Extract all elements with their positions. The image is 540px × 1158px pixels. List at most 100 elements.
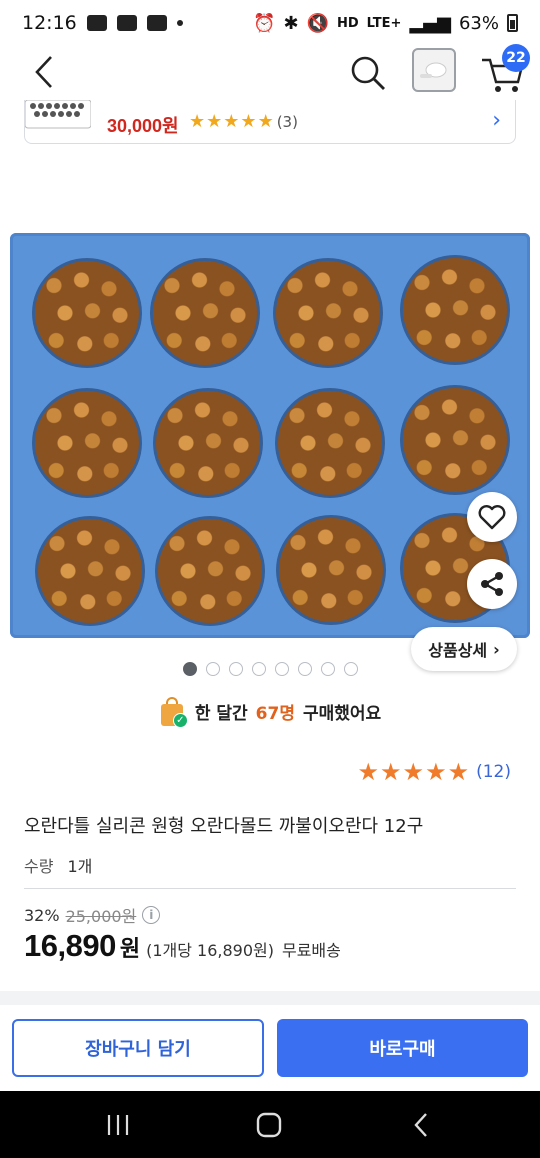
- pagination-dot[interactable]: [321, 662, 335, 676]
- purchase-count: 67명: [255, 703, 295, 724]
- mold-cavity: [32, 388, 142, 498]
- back-arrow-icon: [414, 1112, 427, 1137]
- shipping-info: 무료배송: [281, 941, 341, 960]
- star-icon: ★: [357, 758, 380, 786]
- related-rating: ★ ★ ★ ★ ★ (3): [189, 111, 298, 132]
- status-left: 12:16: [22, 12, 183, 34]
- home-button[interactable]: [229, 1091, 309, 1158]
- chevron-right-icon: ›: [492, 108, 501, 133]
- recent-product-thumbnail[interactable]: [412, 48, 456, 92]
- original-price: 25,000원: [65, 907, 137, 926]
- youtube-notification-icon: [116, 15, 137, 31]
- quantity-label: 수량: [24, 857, 54, 876]
- info-icon[interactable]: i: [142, 906, 161, 924]
- app-notification-icon: [146, 15, 167, 31]
- share-icon: [481, 572, 503, 596]
- star-icon: ★: [447, 758, 470, 786]
- chevron-left-icon: [35, 56, 52, 88]
- cart-count-badge: 22: [502, 44, 530, 72]
- mold-cavity: [400, 385, 510, 495]
- home-icon: [256, 1112, 282, 1137]
- heart-icon: [478, 505, 506, 530]
- section-separator: [0, 991, 540, 1005]
- recent-apps-icon: [107, 1114, 129, 1135]
- back-nav-button[interactable]: [381, 1091, 461, 1158]
- share-button[interactable]: [467, 559, 517, 609]
- product-thumbnail-icon: [420, 62, 447, 78]
- status-right: ⏰ ✱ 🔇 HD LTE+ ▂▄▆ 63%: [253, 13, 518, 34]
- signal-icon: ▂▄▆: [409, 12, 451, 34]
- more-notifications-icon: [176, 20, 183, 26]
- chevron-right-icon: ›: [493, 639, 500, 659]
- review-count[interactable]: (12): [476, 762, 511, 782]
- purchase-prefix: 한 달간: [194, 703, 248, 724]
- purchase-count-banner: ✓ 한 달간 67명 구매했어요: [0, 696, 540, 728]
- related-product-thumbnail: [25, 100, 91, 129]
- bottom-action-bar: 장바구니 담기 바로구매: [0, 1005, 540, 1091]
- pagination-dot[interactable]: [344, 662, 358, 676]
- recent-apps-button[interactable]: [78, 1091, 158, 1158]
- discount-rate: 32%: [24, 905, 60, 925]
- star-icon: ★: [425, 758, 447, 786]
- star-icon: ★: [223, 111, 240, 132]
- app-header: [0, 46, 540, 100]
- star-icon: ★: [380, 758, 402, 786]
- add-to-cart-button[interactable]: 장바구니 담기: [12, 1019, 264, 1077]
- star-icon: ★: [189, 111, 206, 132]
- wishlist-button[interactable]: [467, 492, 517, 542]
- shopping-bag-check-icon: ✓: [159, 696, 188, 728]
- pdf-notification-icon: [86, 15, 107, 31]
- price-row: 16,890 원 (1개당 16,890원) 무료배송: [24, 928, 341, 964]
- mold-cavity: [276, 515, 386, 625]
- related-product-card[interactable]: 30,000원 ★ ★ ★ ★ ★ (3) ›: [24, 100, 516, 144]
- back-button[interactable]: [22, 50, 66, 94]
- product-title: 오란다틀 실리콘 원형 오란다몰드 까불이오란다 12구: [24, 816, 424, 837]
- silicone-mold-image: [10, 233, 530, 638]
- mold-cavity: [150, 258, 260, 368]
- mold-cavity: [35, 516, 145, 626]
- search-button[interactable]: [346, 50, 390, 94]
- status-time: 12:16: [22, 12, 77, 34]
- currency-won: 원: [119, 937, 141, 962]
- pagination-dot[interactable]: [206, 662, 220, 676]
- hd-voice-icon: HD: [337, 15, 359, 31]
- star-icon: ★: [402, 758, 425, 786]
- search-icon: [351, 56, 385, 90]
- purchase-suffix: 구매했어요: [302, 703, 382, 724]
- mold-cavity: [32, 258, 142, 368]
- pagination-dot[interactable]: [298, 662, 312, 676]
- mold-cavity: [153, 388, 263, 498]
- mold-cavity: [155, 516, 265, 626]
- mold-cavity: [275, 388, 385, 498]
- related-review-count: (3): [276, 113, 298, 131]
- system-navigation-bar: [0, 1091, 540, 1158]
- battery-percent: 63%: [458, 12, 499, 34]
- pagination-dot[interactable]: [229, 662, 243, 676]
- image-pagination: [183, 662, 358, 676]
- product-detail-label: 상품상세: [428, 641, 488, 660]
- pagination-dot[interactable]: [275, 662, 289, 676]
- divider: [24, 888, 516, 889]
- quantity-row: 수량 1개: [24, 853, 92, 877]
- unit-price: (1개당 16,890원): [146, 941, 274, 960]
- star-icon: ★: [257, 111, 274, 132]
- discount-row: 32% 25,000원 i: [24, 903, 161, 927]
- pagination-dot[interactable]: [252, 662, 266, 676]
- status-bar: 12:16 ⏰ ✱ 🔇 HD LTE+ ▂▄▆ 63%: [0, 0, 540, 46]
- battery-icon: [507, 14, 518, 32]
- star-icon: ★: [206, 111, 223, 132]
- buy-now-button[interactable]: 바로구매: [277, 1019, 528, 1077]
- related-product-price: 30,000원: [107, 116, 179, 136]
- mold-cavity: [400, 255, 510, 365]
- product-image[interactable]: [10, 233, 530, 638]
- alarm-icon: ⏰: [253, 12, 276, 34]
- product-rating[interactable]: ★ ★ ★ ★ ★ (12): [358, 760, 511, 784]
- sale-price: 16,890: [24, 928, 116, 963]
- bluetooth-icon: ✱: [283, 12, 299, 34]
- mute-icon: 🔇: [306, 12, 329, 34]
- star-icon: ★: [240, 111, 257, 132]
- pagination-dot[interactable]: [183, 662, 197, 676]
- mold-cavity: [273, 258, 383, 368]
- network-type: LTE+: [366, 15, 402, 31]
- product-detail-button[interactable]: 상품상세 ›: [411, 627, 517, 671]
